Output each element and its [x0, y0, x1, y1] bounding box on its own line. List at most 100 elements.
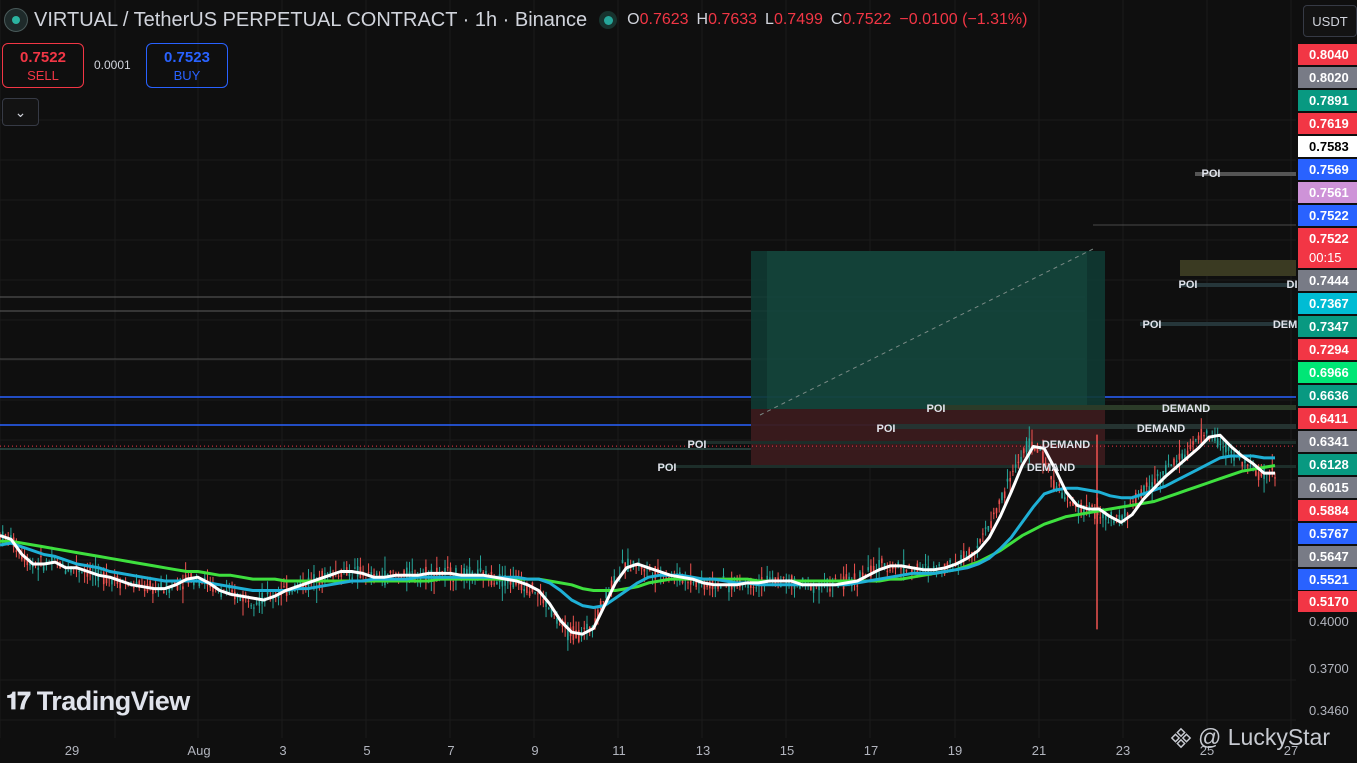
candle-body — [998, 500, 1001, 505]
candle-body — [1255, 470, 1257, 476]
candle-body — [692, 582, 695, 584]
candle-body — [766, 575, 768, 580]
candle-body — [640, 566, 643, 570]
x-tick-label: 13 — [696, 743, 710, 758]
candle-body — [253, 607, 255, 609]
price-label: 0.7347 — [1309, 319, 1349, 334]
chevron-down-icon: ⌄ — [14, 103, 27, 120]
price-chart[interactable]: POI POI POI POI POI POI POI DEMAND DEMAND DEMAND D… — [0, 0, 1357, 763]
candle-body — [283, 586, 285, 588]
x-tick-label: Aug — [187, 743, 210, 758]
price-label: 0.7444 — [1309, 273, 1350, 288]
candle-body — [629, 570, 632, 572]
tradingview-logo[interactable]: 𝟏𝟕 TradingView — [6, 686, 190, 717]
candle-body — [627, 558, 629, 572]
candle-body — [367, 572, 370, 574]
candle-body — [337, 575, 340, 577]
candle-body — [64, 570, 67, 574]
candle-body — [703, 583, 706, 590]
x-tick-label: 23 — [1116, 743, 1130, 758]
candle-body — [1164, 465, 1167, 474]
buy-price: 0.7523 — [164, 48, 210, 66]
x-tick-label: 15 — [780, 743, 794, 758]
annotation-label: DEMAND — [1042, 439, 1090, 451]
candle-body — [583, 627, 586, 629]
candle-body — [1107, 522, 1110, 524]
candle-body — [782, 576, 785, 578]
annotation-label: POI — [1202, 168, 1221, 180]
annotation-label: DEMAND — [1137, 423, 1185, 435]
candle-body — [479, 568, 482, 572]
candle-body — [1006, 478, 1009, 482]
candle-body — [255, 602, 258, 605]
position-loss-zone — [751, 409, 1105, 466]
candle-body — [143, 589, 146, 592]
candle-body — [247, 600, 250, 602]
candle-body — [894, 567, 897, 569]
candle-body — [1173, 458, 1175, 465]
price-label: 0.7522 — [1309, 231, 1349, 246]
candle-body — [829, 588, 831, 592]
candle-body — [1197, 435, 1200, 440]
buy-button[interactable]: 0.7523 BUY — [146, 43, 228, 88]
chart-background — [0, 0, 1357, 763]
candle-body — [1020, 456, 1022, 462]
countdown-label: 00:15 — [1309, 250, 1342, 265]
candle-body — [1012, 470, 1014, 472]
candle-body — [493, 583, 495, 585]
candle-body — [976, 545, 979, 549]
chart-header: VIRTUAL / TetherUS PERPETUAL CONTRACT · … — [0, 6, 1027, 34]
price-label: 0.7367 — [1309, 296, 1349, 311]
candle-body — [621, 559, 624, 564]
candle-body — [556, 618, 558, 624]
candle-body — [1241, 461, 1244, 467]
candle-body — [982, 533, 984, 535]
candle-body — [1069, 501, 1072, 504]
candle-body — [1225, 443, 1227, 453]
candle-body — [1132, 500, 1134, 502]
candle-body — [1058, 484, 1061, 486]
sell-button[interactable]: 0.7522 SELL — [2, 43, 84, 88]
candle-body — [190, 573, 192, 578]
y-tick-label: 0.3460 — [1309, 703, 1349, 718]
symbol-title[interactable]: VIRTUAL / TetherUS PERPETUAL CONTRACT · … — [34, 9, 587, 32]
price-label: 0.5767 — [1309, 526, 1349, 541]
candle-body — [1003, 491, 1006, 499]
candle-body — [132, 586, 135, 589]
candle-body — [643, 568, 646, 572]
candle-body — [405, 567, 408, 579]
candle-body — [900, 568, 902, 570]
candle-body — [351, 577, 353, 579]
price-label: 0.7891 — [1309, 93, 1349, 108]
tradingview-mark-icon: 𝟏𝟕 — [6, 687, 31, 715]
price-label: 0.6636 — [1309, 388, 1349, 403]
candle-body — [1113, 520, 1115, 524]
x-tick-label: 5 — [363, 743, 370, 758]
candle-body — [886, 570, 889, 573]
collapse-legend-button[interactable]: ⌄ — [2, 98, 39, 126]
price-label: 0.7561 — [1309, 185, 1349, 200]
candle-body — [889, 569, 891, 571]
candle-body — [1025, 441, 1028, 453]
currency-selector[interactable]: USDT — [1303, 5, 1357, 37]
price-label: 0.7569 — [1309, 162, 1349, 177]
candle-body — [1001, 492, 1003, 501]
candle-body — [520, 583, 523, 591]
candle-body — [102, 572, 105, 585]
candle-body — [992, 512, 995, 515]
symbol-logo-icon — [4, 8, 28, 32]
candle-body — [687, 582, 689, 584]
candle-body — [1222, 446, 1224, 448]
buy-label: BUY — [173, 67, 201, 83]
price-label: 0.8040 — [1309, 47, 1349, 62]
candle-body — [86, 572, 89, 577]
annotation-label: DEMAND — [1162, 403, 1210, 415]
candle-body — [446, 566, 449, 569]
x-tick-label: 21 — [1032, 743, 1046, 758]
annotation-label: POI — [688, 439, 707, 451]
candle-body — [1014, 464, 1017, 468]
annotation-label: POI — [1179, 279, 1198, 291]
candle-body — [354, 567, 356, 569]
annotation-label: DI — [1287, 279, 1298, 291]
tradingview-wordmark: TradingView — [36, 686, 191, 716]
